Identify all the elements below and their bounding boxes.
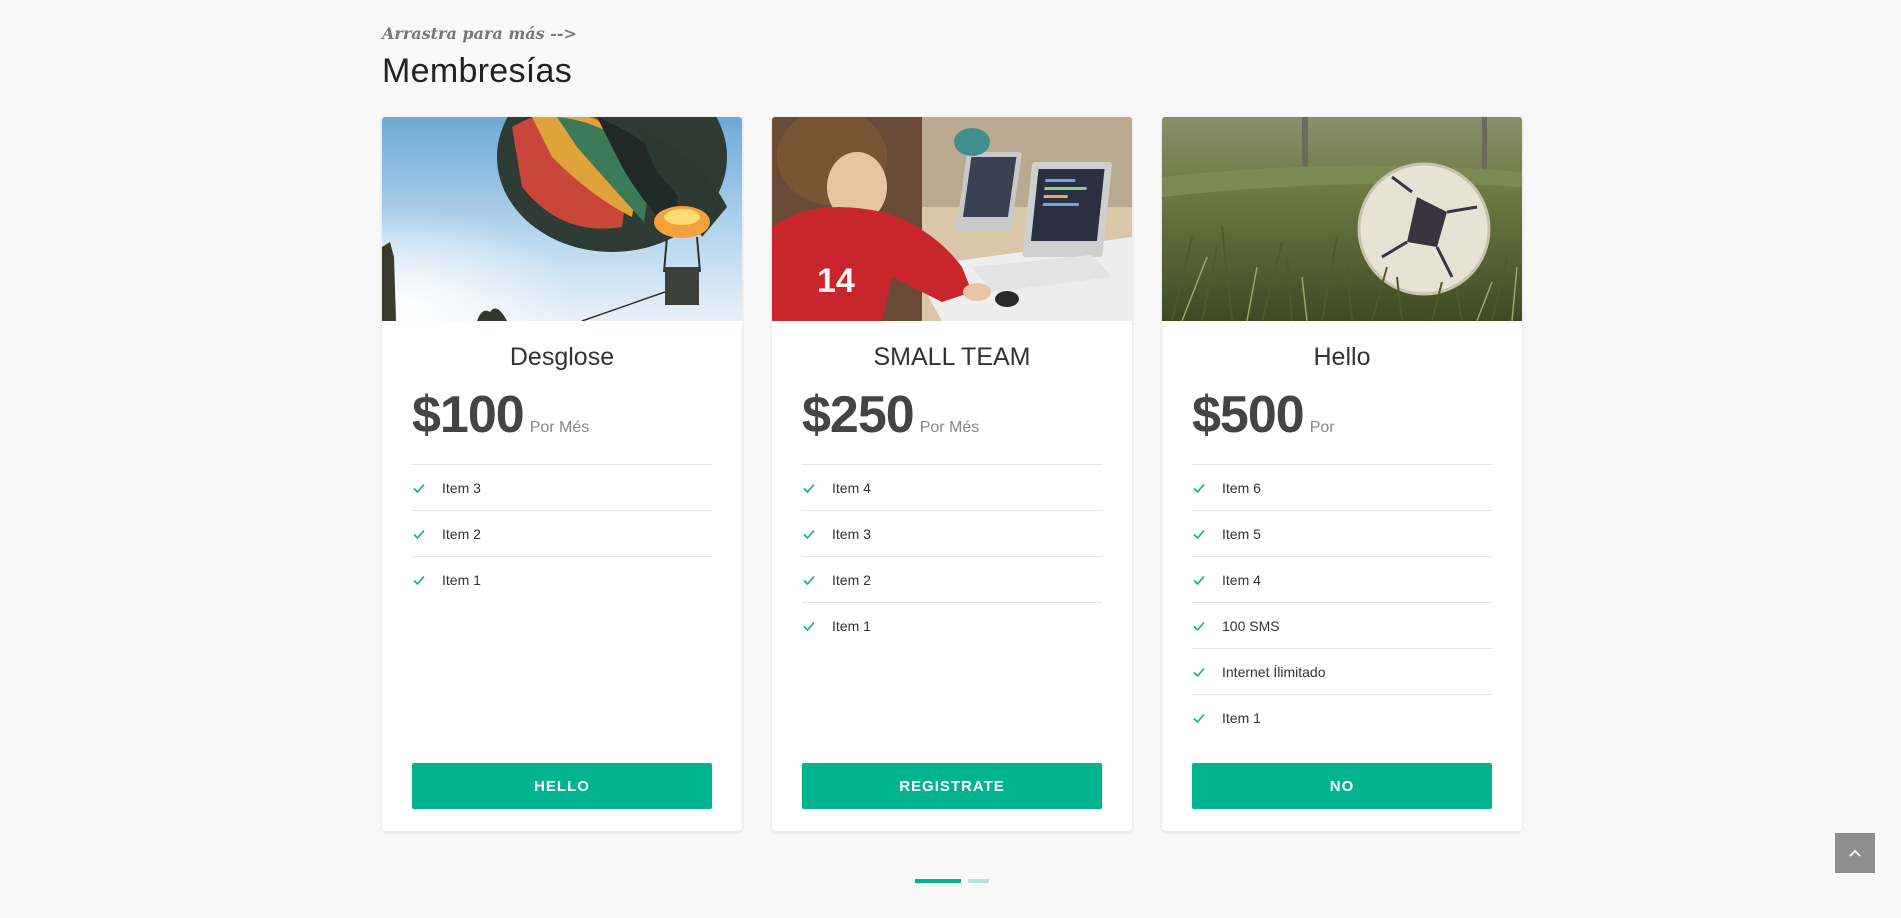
plan-name: Desglose (509, 343, 615, 371)
check-icon (1193, 713, 1205, 723)
feature-item: Item 1 (412, 557, 712, 602)
check-icon (803, 529, 815, 539)
feature-item: 100 SMS (1192, 603, 1492, 649)
plan-features: Item 3 Item 2 Item 1 (412, 464, 712, 602)
check-icon (1193, 667, 1205, 677)
feature-label: Item 4 (1222, 571, 1261, 588)
feature-label: Item 1 (1222, 709, 1261, 726)
check-icon (413, 529, 425, 539)
feature-label: Item 1 (832, 617, 871, 634)
plan-price-row: $250 Por Més (802, 385, 1102, 445)
carousel-dot-2[interactable] (968, 879, 989, 883)
plan-card: Desglose $100 Por Més Item 3 Item 2 Item … (382, 117, 742, 831)
check-icon (413, 575, 425, 585)
svg-text:14: 14 (817, 262, 855, 300)
check-icon (1193, 575, 1205, 585)
section-title: Membresías (382, 52, 573, 90)
plan-price: $500 (1192, 386, 1305, 444)
plan-card: Hello $500 Por Item 6 Item 5 Item 4 100 … (1162, 117, 1522, 831)
feature-label: Item 2 (832, 571, 871, 588)
drag-hint: Arrastra para más --> (382, 24, 577, 43)
plan-price-row: $100 Por Més (412, 385, 712, 445)
feature-item: Item 6 (1192, 465, 1492, 511)
feature-item: Item 3 (412, 465, 712, 511)
feature-label: Item 2 (442, 525, 481, 542)
plan-name: SMALL TEAM (873, 343, 1031, 371)
feature-label: Item 3 (832, 525, 871, 542)
plan-button-no[interactable]: NO (1192, 763, 1492, 809)
check-icon (1193, 529, 1205, 539)
check-icon (803, 483, 815, 493)
feature-label: Item 3 (442, 479, 481, 496)
back-to-top-button[interactable] (1835, 833, 1875, 873)
chevron-up-icon (1849, 849, 1861, 857)
plans-carousel[interactable]: Desglose $100 Por Més Item 3 Item 2 Item … (382, 117, 1524, 831)
plan-features: Item 4 Item 3 Item 2 Item 1 (802, 464, 1102, 648)
feature-item: Item 4 (802, 465, 1102, 511)
feature-label: Internet Ílimitado (1222, 663, 1326, 680)
feature-label: Item 4 (832, 479, 871, 496)
check-icon (1193, 621, 1205, 631)
plan-image-soccer-ball (1162, 117, 1522, 321)
feature-item: Item 2 (412, 511, 712, 557)
check-icon (803, 575, 815, 585)
plan-period: Por Més (919, 419, 980, 436)
plan-button-hello[interactable]: HELLO (412, 763, 712, 809)
feature-item: Internet Ílimitado (1192, 649, 1492, 695)
feature-label: Item 1 (442, 571, 481, 588)
feature-item: Item 5 (1192, 511, 1492, 557)
plan-name: Hello (1313, 343, 1371, 371)
feature-item: Item 1 (802, 603, 1102, 648)
plan-image-kid-laptop: 14 (772, 117, 1132, 321)
feature-item: Item 2 (802, 557, 1102, 603)
feature-label: Item 6 (1222, 479, 1261, 496)
plan-card: 14 SMALL TEAM $250Por Més Item 4 Item 3 (772, 117, 1132, 831)
feature-label: 100 SMS (1222, 617, 1280, 634)
check-icon (413, 483, 425, 493)
plan-button-registrate[interactable]: REGISTRATE (802, 763, 1102, 809)
plan-period: Por Més (529, 419, 590, 436)
plan-price: $100 (412, 386, 525, 444)
plan-period: Por (1309, 419, 1335, 436)
plan-image-hot-air-balloon (382, 117, 742, 321)
carousel-dot-1-active[interactable] (915, 879, 961, 883)
feature-label: Item 5 (1222, 525, 1261, 542)
plan-price-row: $500 Por (1192, 385, 1492, 445)
check-icon (803, 621, 815, 631)
plan-features: Item 6 Item 5 Item 4 100 SMS Internet Íl… (1192, 464, 1492, 740)
feature-item: Item 1 (1192, 695, 1492, 740)
plan-price: $250 (802, 386, 915, 444)
feature-item: Item 4 (1192, 557, 1492, 603)
check-icon (1193, 483, 1205, 493)
feature-item: Item 3 (802, 511, 1102, 557)
